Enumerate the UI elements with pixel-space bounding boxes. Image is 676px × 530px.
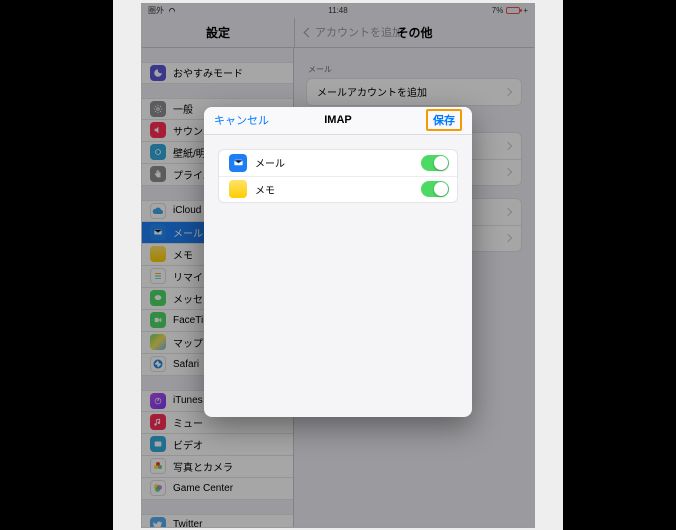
- imap-modal: キャンセル IMAP 保存 メール: [204, 107, 472, 417]
- modal-header: キャンセル IMAP 保存: [204, 107, 472, 135]
- mail-icon: [229, 154, 247, 172]
- mail-toggle[interactable]: [421, 155, 449, 171]
- notes-toggle[interactable]: [421, 181, 449, 197]
- modal-overlay: キャンセル IMAP 保存 メール: [142, 4, 534, 527]
- toggle-row-notes: メモ: [219, 176, 457, 202]
- toggle-label: メモ: [255, 182, 275, 197]
- save-button[interactable]: 保存: [426, 109, 462, 131]
- notes-icon: [229, 180, 247, 198]
- toggle-row-mail: メール: [219, 150, 457, 176]
- toggle-label: メール: [255, 155, 285, 170]
- cancel-button[interactable]: キャンセル: [214, 112, 269, 128]
